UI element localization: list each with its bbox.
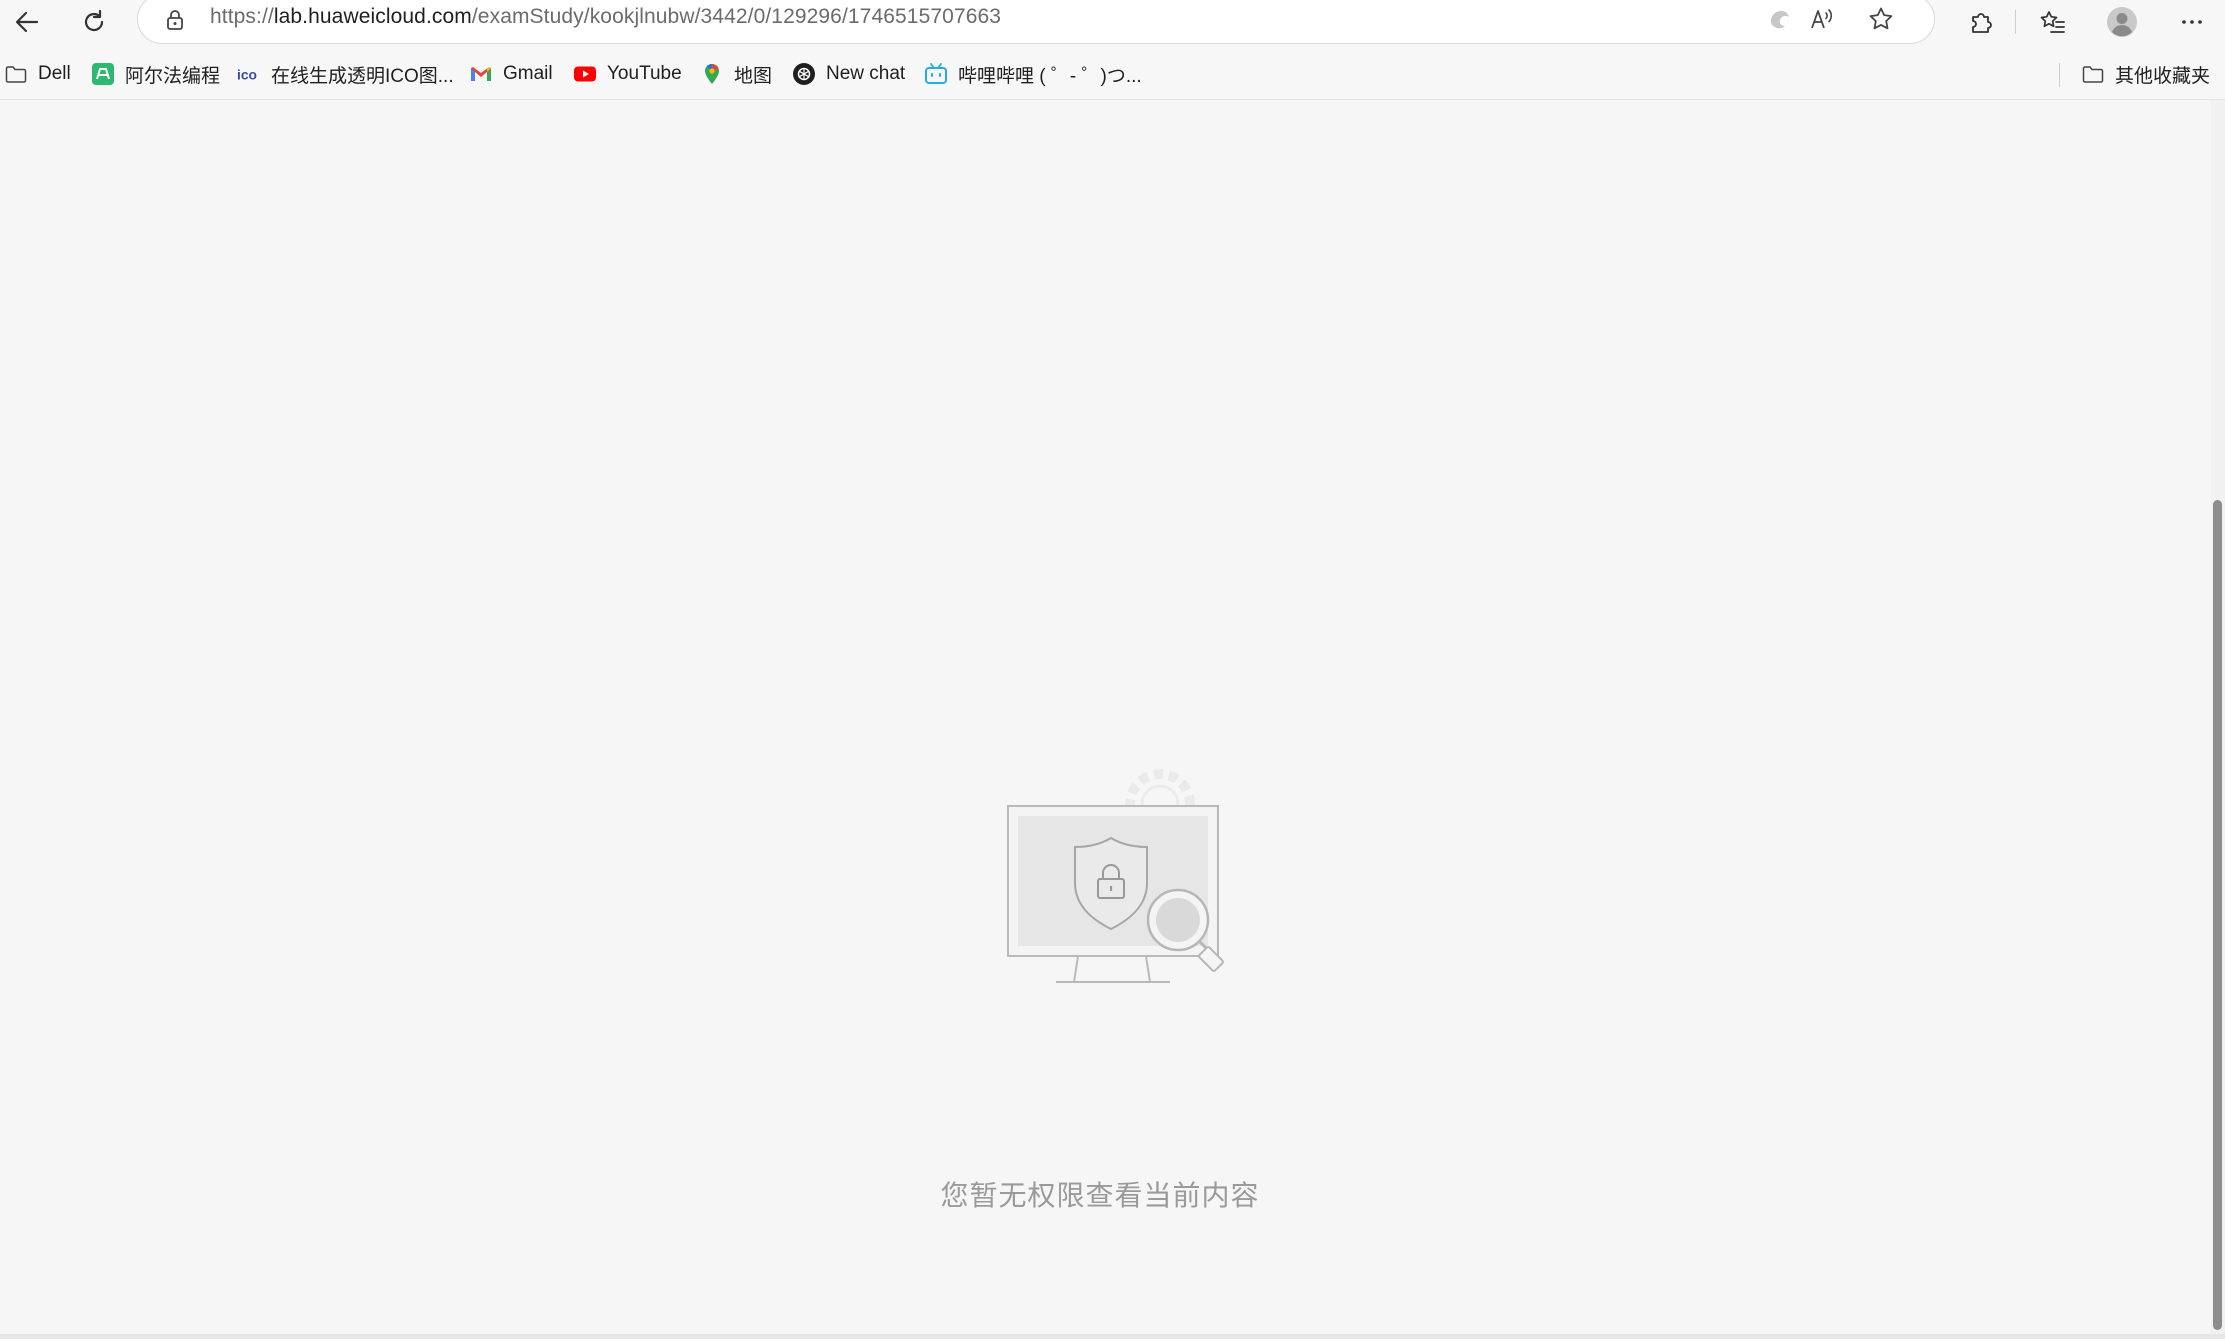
- gmail-icon: [469, 62, 493, 86]
- bookmark-dell[interactable]: Dell: [4, 58, 71, 90]
- svg-text:ico: ico: [237, 67, 257, 83]
- chatgpt-icon: [792, 62, 816, 86]
- alpha-coding-icon: [91, 62, 115, 86]
- site-info-lock-icon[interactable]: [163, 8, 187, 32]
- puzzle-piece-icon: [1972, 12, 1992, 33]
- bookmark-label: Dell: [38, 63, 71, 84]
- edge-translate-icon[interactable]: [1766, 5, 1794, 33]
- maps-pin-icon: [700, 62, 724, 86]
- toolbar-divider: [2015, 10, 2016, 34]
- url-scheme: https://: [210, 5, 274, 28]
- bookmark-label: 在线生成透明ICO图...: [271, 65, 454, 87]
- bookmark-maps[interactable]: 地图: [700, 58, 772, 90]
- bookmark-bilibili[interactable]: 哔哩哔哩 ( ゜- ゜)つ...: [924, 58, 1142, 90]
- bookmark-gmail[interactable]: Gmail: [469, 58, 553, 90]
- browser-toolbar: https://lab.huaweicloud.com/examStudy/ko…: [0, 0, 2225, 44]
- bookmark-label: 阿尔法编程: [125, 65, 221, 87]
- bookmark-youtube[interactable]: YouTube: [573, 58, 682, 90]
- scrollbar-thumb[interactable]: [2213, 500, 2222, 1330]
- ico-icon: ico: [237, 62, 261, 86]
- url-text[interactable]: https://lab.huaweicloud.com/examStudy/ko…: [210, 5, 1001, 29]
- window-bottom-edge: [0, 1334, 2225, 1339]
- folder-icon: [4, 62, 28, 86]
- avatar-icon: [2107, 6, 2137, 37]
- settings-more-button[interactable]: [2168, 0, 2216, 43]
- profile-button[interactable]: [2098, 0, 2146, 43]
- bookmark-label: New chat: [826, 63, 906, 84]
- favorite-star-icon[interactable]: [1867, 5, 1895, 33]
- page-content: [0, 100, 2211, 1339]
- bookmark-label: Gmail: [503, 63, 553, 84]
- more-dots-icon: [2182, 19, 2202, 24]
- youtube-icon: [573, 62, 597, 86]
- bookmark-label: YouTube: [607, 63, 682, 84]
- url-path: /examStudy/kookjlnubw/3442/0/129296/1746…: [471, 5, 1002, 28]
- folder-icon: [2081, 62, 2105, 86]
- other-bookmarks-folder[interactable]: 其他收藏夹: [2081, 58, 2210, 90]
- reload-icon: [84, 9, 104, 31]
- address-bar[interactable]: https://lab.huaweicloud.com/examStudy/ko…: [137, 0, 1935, 44]
- bookmark-ico-generator[interactable]: ico 在线生成透明ICO图...: [237, 58, 454, 90]
- back-button[interactable]: [3, 0, 51, 43]
- url-host: lab.huaweicloud.com: [273, 5, 472, 28]
- no-permission-message: 您暂无权限查看当前内容: [940, 1180, 1260, 1211]
- bookmark-alpha-coding[interactable]: 阿尔法编程: [91, 58, 220, 90]
- favorites-list-icon: [2040, 10, 2065, 33]
- read-aloud-icon[interactable]: [1808, 5, 1836, 33]
- bookmark-new-chat[interactable]: New chat: [792, 58, 905, 90]
- bookmarks-divider: [2059, 63, 2060, 87]
- bilibili-icon: [924, 62, 948, 86]
- bookmark-label: 哔哩哔哩 ( ゜- ゜)つ...: [958, 65, 1142, 87]
- bookmarks-bar: Dell 阿尔法编程 ico 在线生成透明ICO图... Gmail YouTu…: [0, 50, 2225, 100]
- back-arrow-icon: [15, 11, 39, 32]
- bookmark-label: 地图: [734, 65, 773, 87]
- no-permission-illustration: [1007, 769, 1224, 983]
- extensions-button[interactable]: [1957, 0, 2005, 43]
- favorites-button[interactable]: [2029, 0, 2077, 43]
- reload-button[interactable]: [70, 0, 118, 43]
- other-bookmarks-label: 其他收藏夹: [2115, 65, 2211, 87]
